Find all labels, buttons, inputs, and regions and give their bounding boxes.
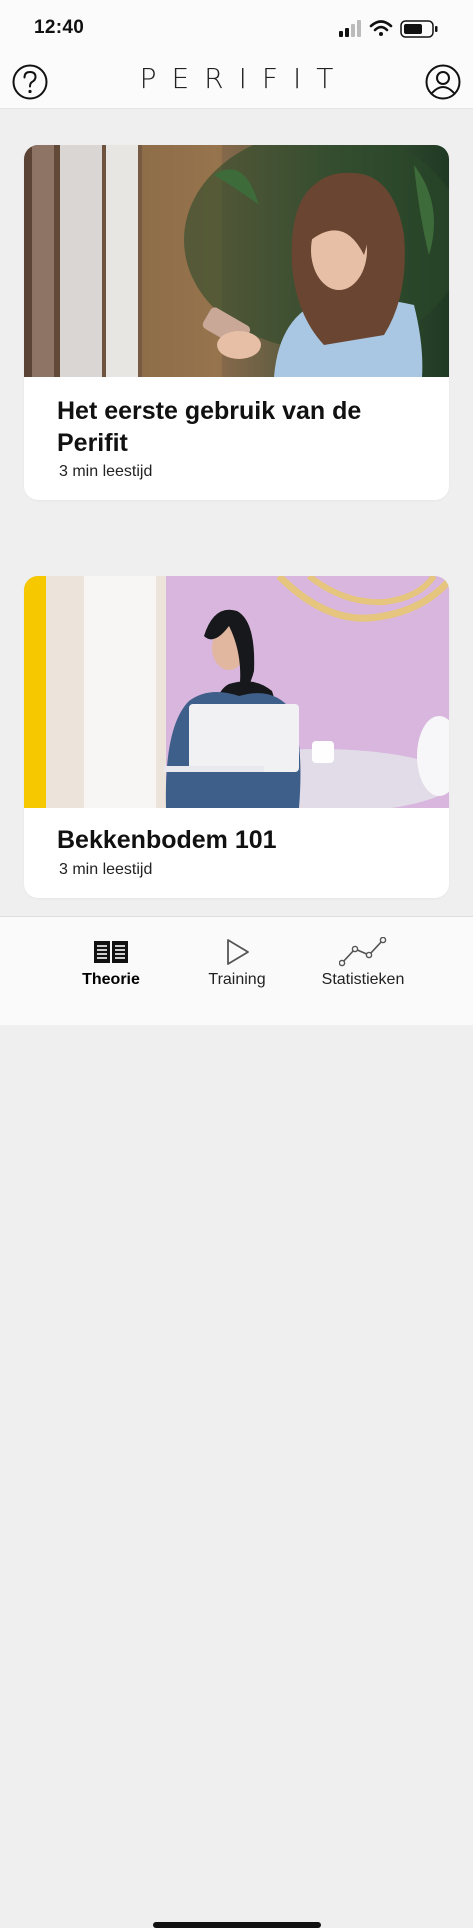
article-card[interactable]: Bekkenbodem 101 3 min leestijd (24, 576, 449, 898)
article-card[interactable]: Het eerste gebruik van de Perifit 3 min … (24, 145, 449, 500)
tab-statistieken[interactable]: Statistieken (303, 937, 423, 989)
article-read-time: 3 min leestijd (59, 463, 153, 480)
article-image (24, 145, 449, 377)
article-title: Het eerste gebruik van de Perifit (57, 397, 362, 457)
signal-icon (339, 20, 361, 37)
tab-label: Theorie (82, 971, 140, 988)
play-icon (227, 939, 249, 965)
status-time: 12:40 (34, 17, 85, 38)
profile-icon[interactable] (424, 63, 462, 101)
status-bar: 12:40 (0, 0, 473, 56)
article-title: Bekkenbodem 101 (57, 826, 277, 854)
wifi-icon (369, 20, 393, 36)
home-indicator (153, 1922, 321, 1928)
top-bar: PERIFIT (0, 56, 473, 109)
tab-label: Training (208, 971, 266, 988)
status-icons (339, 20, 438, 38)
tab-training[interactable]: Training (177, 937, 297, 989)
tab-label: Statistieken (321, 971, 405, 988)
article-read-time: 3 min leestijd (59, 861, 153, 878)
article-image (24, 576, 449, 808)
chart-icon (339, 937, 387, 967)
tab-bar: Theorie Training Statistieken (0, 916, 473, 1928)
tab-theorie[interactable]: Theorie (51, 937, 171, 989)
battery-icon (400, 20, 438, 38)
book-icon (94, 941, 128, 963)
app-logo: PERIFIT (139, 62, 349, 95)
